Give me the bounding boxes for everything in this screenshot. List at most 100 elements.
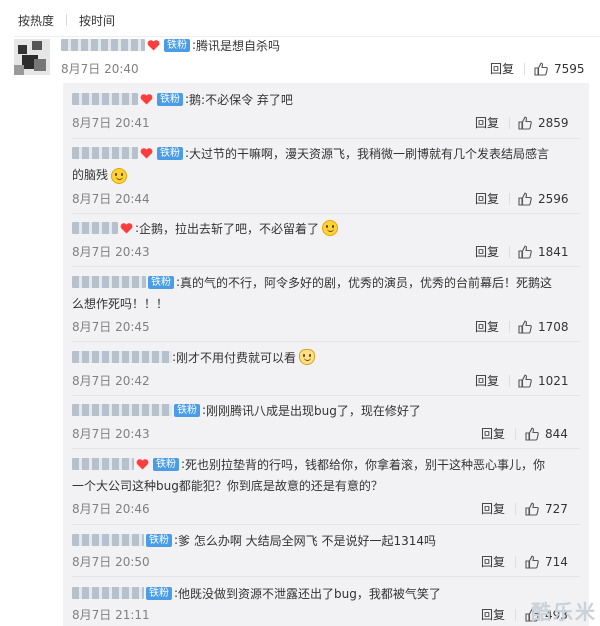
fan-badge: 铁粉 [174, 403, 200, 417]
action-divider [509, 321, 510, 333]
comment-text-continued: 的脑残 [72, 165, 128, 185]
like-button[interactable]: 1021 [518, 371, 569, 391]
fan-badge: 铁粉 [146, 533, 172, 547]
thumbs-up-icon [518, 374, 532, 388]
username[interactable] [72, 458, 134, 470]
divider [72, 576, 580, 577]
like-button[interactable]: 727 [525, 499, 568, 519]
comment-time: 8月7日 20:43 [72, 427, 150, 441]
like-button[interactable]: 1841 [518, 242, 569, 262]
divider [72, 138, 580, 139]
action-divider [515, 503, 516, 515]
smile-emoji [111, 167, 128, 184]
reply-button[interactable]: 回复 [481, 424, 505, 444]
main-comment: 铁粉 : 腾讯是想自杀吗 8月7日 20:40 回复 7595 [61, 35, 586, 83]
username[interactable] [72, 93, 138, 105]
comment-time: 8月7日 20:45 [72, 320, 150, 334]
reply-item: 铁粉 : 真的气的不行，阿令多好的剧，优秀的演员，优秀的台前幕后！死鹅这 么想作… [72, 272, 577, 340]
reply-item: 铁粉 : 鹅:不必保令 弃了吧 8月7日 20:41 回复 2859 [72, 89, 577, 139]
like-button[interactable]: 714 [525, 552, 568, 572]
reply-item: 铁粉 : 爹 怎么办啊 大结局全网飞 不是说好一起1314吗 8月7日 20:5… [72, 530, 577, 578]
divider [72, 448, 580, 449]
fan-badge: 铁粉 [153, 457, 179, 471]
comment-line: 铁粉 : 腾讯是想自杀吗 [61, 35, 280, 55]
reply-button[interactable]: 回复 [490, 59, 514, 79]
fan-badge: 铁粉 [157, 92, 183, 106]
comment-time: 8月7日 20:40 [61, 62, 139, 76]
reply-button[interactable]: 回复 [481, 552, 505, 572]
tab-divider [66, 14, 68, 26]
like-count: 7595 [554, 62, 585, 76]
username[interactable] [72, 276, 146, 288]
fan-badge: 铁粉 [146, 586, 172, 600]
like-button[interactable]: 844 [525, 424, 568, 444]
tab-sort-by-heat[interactable]: 按热度 [18, 12, 54, 29]
reply-item: : 企鹅，拉出去斩了吧，不必留着了 8月7日 20:43 回复 1841 [72, 218, 577, 266]
comment-text: 大过节的干嘛啊，漫天资源飞，我稍微一刷博就有几个发表结局感言 [189, 146, 550, 161]
reply-button[interactable]: 回复 [481, 605, 505, 625]
action-divider [515, 556, 516, 568]
action-divider [515, 609, 516, 621]
reply-button[interactable]: 回复 [475, 242, 499, 262]
cat-emoji [299, 349, 316, 365]
comment-line: : 刚才不用付费就可以看 [72, 347, 316, 367]
username[interactable] [61, 39, 145, 51]
like-button[interactable]: 7595 [534, 59, 585, 79]
comment-text: 他既没做到资源不泄露还出了bug，我都被气笑了 [178, 586, 441, 601]
username[interactable] [72, 534, 144, 546]
heart-icon [136, 458, 149, 470]
reply-button[interactable]: 回复 [475, 189, 499, 209]
username[interactable] [72, 587, 144, 599]
fan-badge: 铁粉 [164, 38, 190, 52]
comment-time: 8月7日 20:42 [72, 374, 150, 388]
like-count: 1708 [538, 320, 569, 334]
thumbs-up-icon [525, 555, 539, 569]
comment-time: 8月7日 20:46 [72, 502, 150, 516]
reply-item: : 刚才不用付费就可以看 8月7日 20:42 回复 1021 [72, 347, 577, 395]
avatar[interactable] [14, 39, 50, 75]
like-count: 2596 [538, 192, 569, 206]
reply-button[interactable]: 回复 [475, 371, 499, 391]
tab-sort-by-time[interactable]: 按时间 [79, 12, 115, 29]
heart-icon [120, 222, 133, 234]
comment-text: 腾讯是想自杀吗 [196, 38, 281, 53]
username[interactable] [72, 147, 138, 159]
comment-line: : 企鹅，拉出去斩了吧，不必留着了 [72, 218, 339, 238]
watermark: 酷乐米 [531, 600, 597, 624]
like-count: 844 [545, 427, 568, 441]
like-button[interactable]: 2596 [518, 189, 569, 209]
comment-time: 8月7日 20:44 [72, 192, 150, 206]
username[interactable] [72, 222, 118, 234]
divider [72, 266, 580, 267]
comment-text: 企鹅，拉出去斩了吧，不必留着了 [139, 221, 320, 236]
like-button[interactable]: 2859 [518, 113, 569, 133]
thumbs-up-icon [518, 116, 532, 130]
comment-text-continued: 一个大公司这种bug都能犯？你到底是故意的还是有意的？ [72, 479, 383, 493]
thumbs-up-icon [518, 245, 532, 259]
divider [72, 524, 580, 525]
comment-line: 铁粉 : 死也别拉垫背的行吗，钱都给你，你拿着滚，别干这种恶心事儿，你 [72, 454, 545, 474]
action-divider [524, 63, 525, 75]
comment-time: 8月7日 21:11 [72, 608, 150, 622]
username[interactable] [72, 404, 172, 416]
comment-text: 鹅:不必保令 弃了吧 [189, 92, 293, 107]
reply-item: 铁粉 : 大过节的干嘛啊，漫天资源飞，我稍微一刷博就有几个发表结局感言 的脑残 … [72, 143, 577, 213]
like-button[interactable]: 1708 [518, 317, 569, 337]
fan-badge: 铁粉 [157, 146, 183, 160]
reply-item: 铁粉 : 死也别拉垫背的行吗，钱都给你，你拿着滚，别干这种恶心事儿，你 一个大公… [72, 454, 577, 522]
reply-item: 铁粉 : 刚刚腾讯八成是出现bug了，现在修好了 8月7日 20:43 回复 8… [72, 400, 577, 448]
reply-button[interactable]: 回复 [481, 499, 505, 519]
action-divider [509, 375, 510, 387]
thumbs-up-icon [518, 320, 532, 334]
like-count: 714 [545, 555, 568, 569]
comment-time: 8月7日 20:41 [72, 116, 150, 130]
divider [72, 213, 580, 214]
reply-button[interactable]: 回复 [475, 113, 499, 133]
comment-time: 8月7日 20:43 [72, 245, 150, 259]
comment-text: 刚刚腾讯八成是出现bug了，现在修好了 [206, 403, 421, 418]
smile-emoji [322, 220, 339, 236]
comment-line: 铁粉 : 大过节的干嘛啊，漫天资源飞，我稍微一刷博就有几个发表结局感言 [72, 143, 549, 163]
reply-button[interactable]: 回复 [475, 317, 499, 337]
heart-icon [140, 93, 153, 105]
username[interactable] [72, 351, 172, 363]
